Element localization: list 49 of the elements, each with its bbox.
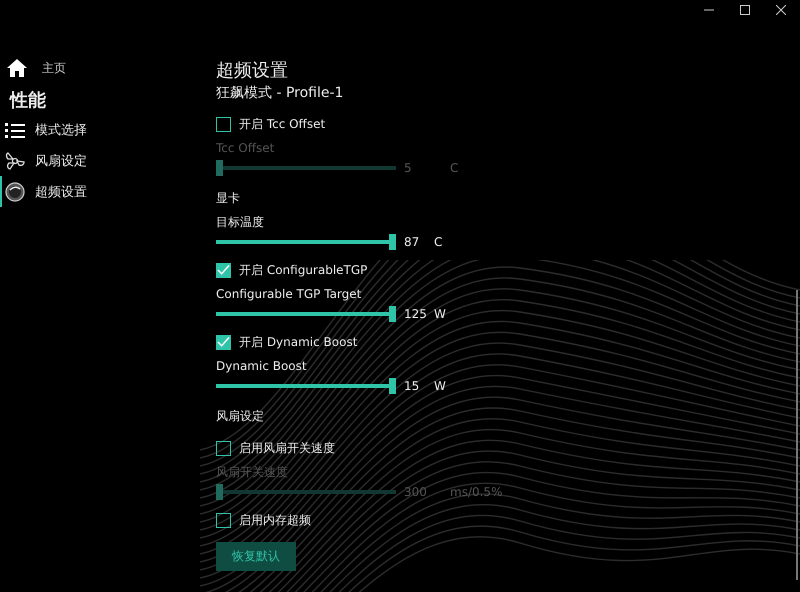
slider-unit: W bbox=[434, 307, 446, 321]
slider-value: 300 bbox=[404, 485, 428, 499]
scrollbar[interactable] bbox=[796, 290, 798, 580]
profile-title: 狂飙模式 - Profile-1 bbox=[216, 84, 344, 103]
slider-value: 87 bbox=[404, 235, 420, 249]
slider-thumb[interactable] bbox=[389, 306, 396, 322]
checkbox[interactable] bbox=[216, 512, 231, 528]
restore-defaults-button[interactable]: 恢复默认 bbox=[216, 542, 296, 571]
checkbox[interactable] bbox=[216, 262, 231, 278]
slider-label: 风扇开关速度 bbox=[216, 464, 288, 481]
checkbox[interactable] bbox=[216, 116, 231, 132]
slider-value: 15 bbox=[404, 379, 420, 393]
checkbox-label: 开启 Dynamic Boost bbox=[239, 334, 358, 350]
section-heading: 显卡 bbox=[216, 190, 240, 207]
gauge-icon bbox=[5, 182, 25, 202]
home-link[interactable]: 主页 bbox=[42, 60, 66, 76]
slider[interactable] bbox=[216, 306, 396, 322]
maximize-icon[interactable] bbox=[740, 5, 750, 15]
list-icon bbox=[5, 122, 25, 138]
slider-unit: W bbox=[434, 379, 446, 393]
slider[interactable] bbox=[216, 234, 396, 250]
slider-value: 5 bbox=[404, 161, 413, 175]
nav-item[interactable]: 模式选择 bbox=[0, 114, 93, 145]
slider-unit: C bbox=[450, 161, 458, 175]
slider-thumb[interactable] bbox=[389, 234, 396, 250]
fan-icon bbox=[5, 150, 25, 170]
section-heading: 风扇设定 bbox=[216, 408, 264, 425]
checkbox-label: 开启 ConfigurableTGP bbox=[239, 262, 368, 278]
minimize-icon[interactable] bbox=[704, 9, 714, 11]
slider-label: Dynamic Boost bbox=[216, 358, 307, 375]
slider-label: 目标温度 bbox=[216, 214, 264, 231]
slider-value: 125 bbox=[404, 307, 428, 321]
slider-unit: C bbox=[434, 235, 442, 249]
slider-label: Configurable TGP Target bbox=[216, 286, 362, 303]
slider-label: Tcc Offset bbox=[216, 140, 274, 157]
nav-item[interactable]: 风扇设定 bbox=[0, 145, 93, 176]
checkbox-label: 启用内存超频 bbox=[239, 512, 311, 528]
checkbox-label: 启用风扇开关速度 bbox=[239, 440, 335, 456]
slider-thumb[interactable] bbox=[389, 378, 396, 394]
page-title: 超频设置 bbox=[216, 59, 288, 83]
nav-section-title: 性能 bbox=[8, 89, 46, 113]
home-icon[interactable] bbox=[6, 58, 28, 78]
checkbox[interactable] bbox=[216, 440, 231, 456]
checkbox-label: 开启 Tcc Offset bbox=[239, 116, 326, 132]
checkbox[interactable] bbox=[216, 334, 231, 350]
slider[interactable] bbox=[216, 378, 396, 394]
nav-item[interactable]: 超频设置 bbox=[0, 176, 93, 207]
close-icon[interactable] bbox=[776, 5, 786, 15]
slider-unit: ms/0.5% bbox=[450, 485, 502, 499]
